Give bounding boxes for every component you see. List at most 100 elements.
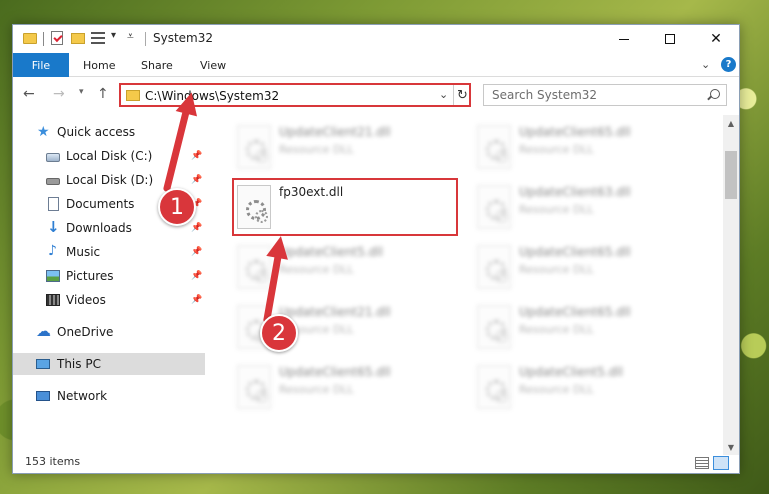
status-bar: 153 items (13, 455, 739, 473)
sidebar-item-label: Network (57, 389, 108, 403)
tab-view[interactable]: View (200, 53, 226, 77)
scroll-up-icon[interactable]: ▲ (723, 115, 739, 131)
tab-home[interactable]: Home (83, 53, 115, 77)
large-icons-view-icon[interactable] (713, 456, 729, 470)
sidebar-item-label: This PC (57, 357, 101, 371)
expand-ribbon-icon[interactable]: ⌄ (701, 58, 710, 71)
file-tile[interactable]: UpdateClient65.dll Resource DLL (471, 301, 699, 355)
file-type: Resource DLL (519, 263, 594, 276)
up-arrow-icon[interactable]: ↑ (97, 86, 109, 102)
sidebar-item-label: Music (66, 245, 101, 259)
pin-icon[interactable]: 📌 (191, 151, 202, 161)
tab-share[interactable]: Share (141, 53, 173, 77)
forward-arrow-icon[interactable]: → (53, 86, 65, 102)
customize-toolbar-icon[interactable]: ⩡ (127, 29, 134, 45)
sidebar-item-music[interactable]: ♪ Music 📌 (13, 241, 205, 263)
sidebar-item-videos[interactable]: Videos 📌 (13, 289, 205, 311)
pin-icon[interactable]: 📌 (191, 247, 202, 257)
sidebar-item-label: OneDrive (57, 325, 114, 339)
computer-icon (36, 359, 50, 369)
scroll-down-icon[interactable]: ▼ (723, 439, 739, 455)
toolbar-divider (43, 32, 44, 46)
file-name: UpdateClient65.dll (519, 245, 631, 259)
chevron-down-icon[interactable]: ▾ (111, 30, 116, 46)
dll-file-icon (237, 125, 271, 169)
file-type: Resource DLL (279, 383, 354, 396)
item-count: 153 items (25, 455, 81, 468)
network-icon (36, 391, 50, 401)
scrollbar-thumb[interactable] (725, 151, 737, 199)
file-name: UpdateClient65.dll (519, 125, 631, 139)
chevron-down-icon[interactable]: ⌄ (439, 88, 448, 101)
file-name: UpdateClient65.dll (519, 305, 631, 319)
file-list: UpdateClient21.dll Resource DLL UpdateCl… (209, 115, 723, 455)
drive-icon (46, 178, 60, 185)
back-arrow-icon[interactable]: ← (23, 86, 35, 102)
sidebar-item-label: Downloads (66, 221, 132, 235)
pin-icon[interactable]: 📌 (191, 271, 202, 281)
title-divider (145, 32, 146, 46)
dll-file-icon (477, 125, 511, 169)
tab-file[interactable]: File (13, 53, 69, 77)
file-tile[interactable]: UpdateClient65.dll Resource DLL (471, 121, 699, 175)
dll-file-icon (477, 365, 511, 409)
folder-icon (126, 90, 140, 101)
vertical-scrollbar[interactable]: ▲ ▼ (723, 115, 739, 455)
dll-file-icon (237, 365, 271, 409)
details-view-icon[interactable] (695, 457, 709, 469)
address-bar[interactable]: C:\Windows\System32 ⌄ ↻ (119, 83, 471, 107)
dll-file-icon (477, 305, 511, 349)
folder-icon (23, 33, 37, 44)
file-tile[interactable]: UpdateClient5.dll Resource DLL (231, 241, 459, 295)
pin-icon[interactable]: 📌 (191, 223, 202, 233)
file-tile[interactable]: UpdateClient63.dll Resource DLL (471, 181, 699, 235)
file-type: Resource DLL (519, 143, 594, 156)
new-folder-icon[interactable] (71, 33, 85, 44)
sidebar-item-label: Quick access (57, 125, 136, 139)
help-button[interactable]: ? (721, 57, 736, 72)
file-tile[interactable]: UpdateClient65.dll Resource DLL (471, 241, 699, 295)
file-name: UpdateClient21.dll (279, 125, 391, 139)
refresh-icon[interactable]: ↻ (453, 85, 471, 105)
sidebar-item-pictures[interactable]: Pictures 📌 (13, 265, 205, 287)
sidebar-item-this-pc[interactable]: This PC (13, 353, 205, 375)
step-badge-1: 1 (158, 188, 196, 226)
sidebar-item-onedrive[interactable]: ☁ OneDrive (13, 321, 205, 343)
file-tile[interactable]: UpdateClient65.dll Resource DLL (231, 361, 459, 415)
recent-locations-icon[interactable]: ▾ (79, 87, 84, 97)
properties-icon[interactable] (51, 31, 63, 45)
search-input[interactable]: Search System32 (483, 84, 727, 106)
navigation-pane: ★ Quick access Local Disk (C:) 📌 Local D… (13, 115, 209, 455)
file-name: UpdateClient65.dll (279, 365, 391, 379)
cloud-icon: ☁ (36, 322, 51, 340)
file-tile[interactable]: UpdateClient21.dll Resource DLL (231, 121, 459, 175)
download-icon: ↓ (47, 218, 60, 236)
file-name: UpdateClient5.dll (279, 245, 383, 259)
minimize-button[interactable] (601, 25, 647, 53)
file-explorer-window: ▾ ⩡ System32 ✕ File Home Share View ⌄ ? … (12, 24, 740, 474)
pin-icon[interactable]: 📌 (191, 175, 202, 185)
pin-icon[interactable]: 📌 (191, 295, 202, 305)
navigation-bar: ← → ▾ ↑ C:\Windows\System32 ⌄ ↻ Search S… (13, 78, 739, 112)
address-path[interactable]: C:\Windows\System32 (145, 89, 279, 103)
view-options-icon[interactable] (91, 32, 105, 44)
dll-file-icon (477, 185, 511, 229)
music-icon: ♪ (48, 243, 57, 259)
file-name: UpdateClient21.dll (279, 305, 391, 319)
file-type: Resource DLL (519, 203, 594, 216)
title-bar: ▾ ⩡ System32 ✕ (13, 25, 739, 53)
dll-file-icon (477, 245, 511, 289)
sidebar-item-network[interactable]: Network (13, 385, 205, 407)
file-type: Resource DLL (519, 383, 594, 396)
pictures-icon (46, 270, 60, 282)
close-button[interactable]: ✕ (693, 25, 739, 53)
file-highlight-box (232, 178, 458, 236)
search-icon[interactable] (710, 89, 720, 99)
file-tile[interactable]: UpdateClient5.dll Resource DLL (471, 361, 699, 415)
maximize-icon (665, 34, 675, 44)
drive-icon (46, 153, 60, 162)
sidebar-item-label: Documents (66, 197, 135, 211)
sidebar-item-label: Local Disk (C:) (66, 149, 153, 163)
maximize-button[interactable] (647, 25, 693, 53)
film-icon (46, 294, 60, 306)
